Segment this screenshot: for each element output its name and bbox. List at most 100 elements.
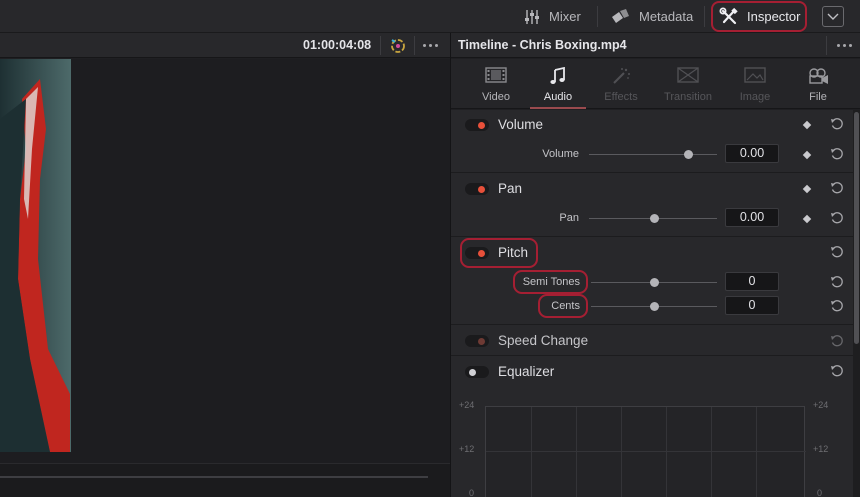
tab-effects[interactable]: Effects [590,59,652,109]
scrollbar-thumb[interactable] [854,112,859,344]
eq-grid-line [711,407,712,497]
viewer-options-icon[interactable] [423,44,438,47]
keyframe-diamond-icon[interactable] [802,120,812,130]
volume-section: Volume Volume 0.00 [451,110,853,173]
workspace-dropdown-button[interactable] [822,6,844,27]
pan-param-label: Pan [559,212,579,224]
tab-video-label: Video [482,91,510,103]
inspector-options-icon[interactable] [837,44,852,47]
volume-header[interactable]: Volume [451,110,853,138]
inspector-label: Inspector [747,9,801,24]
timecode-display: 01:00:04:08 [303,38,372,52]
tab-image[interactable]: Image [724,59,786,109]
pan-enable-toggle[interactable] [465,183,489,195]
eq-scale-label-right: +24 [813,400,829,410]
film-icon [485,67,507,83]
eq-grid-line [486,451,806,452]
top-toolbar: Mixer Metadata Inspector [0,0,860,33]
tab-video[interactable]: Video [465,59,527,109]
volume-param-label: Volume [542,148,579,160]
reset-icon[interactable] [830,245,844,259]
equalizer-graph[interactable] [485,406,806,497]
reset-icon[interactable] [830,334,844,348]
inspector-tools-icon [719,7,738,24]
viewer-transport-bar [0,463,450,497]
eq-grid-line [576,407,577,497]
keyframe-diamond-icon[interactable] [802,184,812,194]
volume-slider[interactable] [589,154,717,155]
keyframe-diamond-icon[interactable] [802,150,812,160]
speed-change-title: Speed Change [498,333,589,348]
pan-header[interactable]: Pan [451,174,853,202]
file-reel-icon [809,68,828,84]
equalizer-title: Equalizer [498,364,555,379]
tab-audio-label: Audio [543,91,573,103]
eq-scale-label-left: 0 [469,488,475,497]
keyframe-diamond-icon[interactable] [802,214,812,224]
eq-scale-label-left: +12 [459,444,475,454]
tab-file[interactable]: File [787,59,849,109]
header-divider [414,36,415,55]
viewer-header: 01:00:04:08 [0,33,450,58]
magic-wand-icon [613,68,630,84]
scrubber-track[interactable] [0,476,428,478]
volume-title: Volume [498,117,544,132]
reset-icon[interactable] [830,147,844,161]
cents-slider-handle[interactable] [650,302,659,311]
inspector-title: Timeline - Chris Boxing.mp4 [458,38,627,52]
reset-icon[interactable] [830,275,844,289]
eq-grid-line [666,407,667,497]
eq-grid-line [531,407,532,497]
video-viewer[interactable] [0,59,450,463]
inspector-button[interactable]: Inspector [711,1,807,32]
tab-audio[interactable]: Audio [527,59,589,109]
volume-enable-toggle[interactable] [465,119,489,131]
mixer-icon [525,9,539,24]
pitch-highlight-outline [460,238,538,268]
pan-title: Pan [498,181,523,196]
cents-highlight-outline [538,294,588,318]
speed-change-header[interactable]: Speed Change [451,326,853,354]
reset-icon[interactable] [830,181,844,195]
reset-icon[interactable] [830,117,844,131]
inspector-header: Timeline - Chris Boxing.mp4 [451,33,860,58]
reset-icon[interactable] [830,299,844,313]
toolbar-divider [597,6,598,27]
cents-value-field[interactable]: 0 [725,296,779,315]
reset-icon[interactable] [830,364,844,378]
toolbar-divider [704,6,705,27]
semitones-slider-handle[interactable] [650,278,659,287]
metadata-label: Metadata [639,9,694,24]
metadata-button[interactable]: Metadata [609,0,693,33]
tab-file-label: File [809,91,827,103]
header-divider [826,36,827,55]
equalizer-header[interactable]: Equalizer [451,357,853,385]
eq-scale-label-right: +12 [813,444,829,454]
equalizer-enable-toggle[interactable] [465,366,489,378]
pan-value-field[interactable]: 0.00 [725,208,779,227]
eq-scale-label-right: 0 [817,488,823,497]
mixer-button[interactable]: Mixer [523,0,581,33]
tab-effects-label: Effects [604,91,638,103]
speed-change-enable-toggle[interactable] [465,335,489,347]
transition-icon [677,67,699,83]
semitones-highlight-outline [513,270,588,294]
active-tab-indicator [530,107,586,109]
video-frame-image [0,59,71,452]
chevron-down-icon [827,13,839,20]
volume-slider-handle[interactable] [684,150,693,159]
tab-transition[interactable]: Transition [657,59,719,109]
color-picker-icon[interactable] [389,37,407,54]
header-divider [380,36,381,55]
volume-value-field[interactable]: 0.00 [725,144,779,163]
metadata-icon [612,8,629,23]
reset-icon[interactable] [830,211,844,225]
inspector-scrollbar[interactable] [853,110,860,497]
tab-transition-label: Transition [664,91,712,103]
semitones-value-field[interactable]: 0 [725,272,779,291]
pitch-section: Pitch Semi Tones 0 Cents 0 [451,238,853,325]
pan-slider-handle[interactable] [650,214,659,223]
image-icon [744,67,766,83]
music-note-icon [550,67,565,84]
audio-inspector-panel: Volume Volume 0.00 Pan Pan 0.00 Pitch Se… [451,110,853,497]
